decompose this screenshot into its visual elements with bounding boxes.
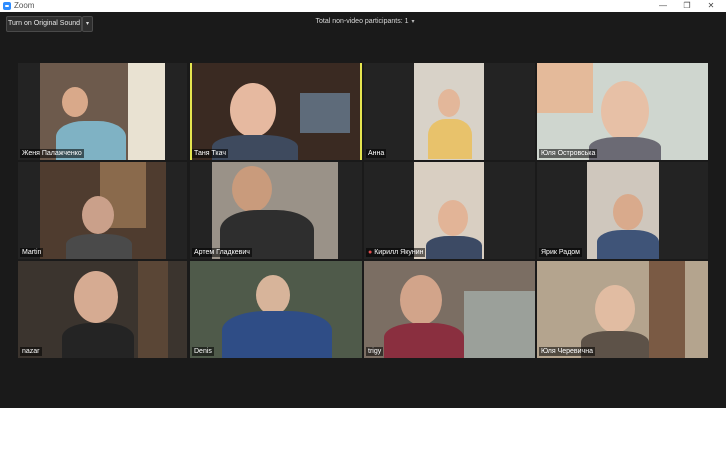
participant-body [426, 236, 482, 259]
participant-name: Юля Островська [539, 149, 598, 158]
participant-face [230, 83, 276, 137]
video-tile[interactable]: Denis [190, 261, 362, 358]
participant-face [82, 196, 114, 234]
video-tile[interactable]: ● Кирилл Якунин [364, 162, 535, 259]
participant-face [232, 166, 272, 212]
participant-face [595, 285, 635, 333]
participant-face [613, 194, 643, 230]
close-icon[interactable]: ✕ [700, 0, 722, 12]
chevron-down-icon: ▾ [411, 19, 415, 25]
window-bottom-area [0, 408, 726, 450]
participant-name: Юля Черевична [539, 347, 595, 356]
bookshelf [138, 261, 168, 358]
participant-name: trigy [366, 347, 384, 356]
participant-face [256, 275, 290, 315]
participant-face [74, 271, 118, 323]
meeting-stage: Turn on Original Sound ▾ Total non-video… [0, 12, 726, 408]
participant-face [601, 81, 649, 141]
window-title: Zoom [14, 1, 35, 10]
participant-face [438, 200, 468, 236]
video-tile-active-speaker[interactable]: Таня Ткач [190, 63, 362, 160]
participant-body [428, 119, 472, 159]
video-tile[interactable]: trigy [364, 261, 535, 358]
minimize-icon[interactable]: — [652, 0, 674, 12]
non-video-participants-menu[interactable]: Total non-video participants: 1 ▾ [300, 16, 430, 28]
participant-body [66, 234, 132, 259]
participant-name: nazar [20, 347, 42, 356]
participant-face [438, 89, 460, 117]
participant-name: Denis [192, 347, 214, 356]
non-video-participants-label: Total non-video participants: 1 [315, 18, 409, 25]
participant-name: Таня Ткач [192, 149, 229, 158]
participant-body [222, 311, 332, 358]
video-tile[interactable]: Юля Черевична [537, 261, 708, 358]
participant-body [597, 230, 659, 259]
video-tile[interactable]: Ярик Радом [537, 162, 708, 259]
participant-name: Ярик Радом [539, 248, 582, 257]
participant-name: Артем Гладкевич [192, 248, 252, 257]
video-tile[interactable]: Martin [18, 162, 187, 259]
sofa [464, 291, 535, 358]
original-sound-dropdown[interactable]: ▾ [82, 16, 93, 32]
video-tile[interactable]: Женя Палажченко [18, 63, 187, 160]
participant-name: Martin [20, 248, 44, 257]
video-tile[interactable]: Анна [364, 63, 535, 160]
participant-body [384, 323, 464, 358]
bookshelf [649, 261, 685, 358]
participant-body [589, 137, 661, 160]
participant-name: Анна [366, 149, 387, 158]
video-tile[interactable]: Юля Островська [537, 63, 708, 160]
wall-map [537, 63, 593, 113]
participant-face [62, 87, 88, 117]
bookshelf [300, 93, 350, 133]
participant-name: Женя Палажченко [20, 149, 84, 158]
participant-name: ● Кирилл Якунин [366, 248, 426, 257]
video-tile[interactable]: nazar [18, 261, 187, 358]
participant-body [62, 323, 134, 358]
original-sound-button[interactable]: Turn on Original Sound [6, 16, 82, 32]
mic-muted-icon: ● [368, 249, 373, 256]
participant-name-text: Кирилл Якунин [374, 249, 424, 256]
zoom-app-icon [3, 2, 11, 10]
restore-icon[interactable]: ❐ [676, 0, 698, 12]
video-tile[interactable]: Артем Гладкевич [190, 162, 362, 259]
participant-face [400, 275, 442, 325]
window-light [128, 63, 165, 160]
